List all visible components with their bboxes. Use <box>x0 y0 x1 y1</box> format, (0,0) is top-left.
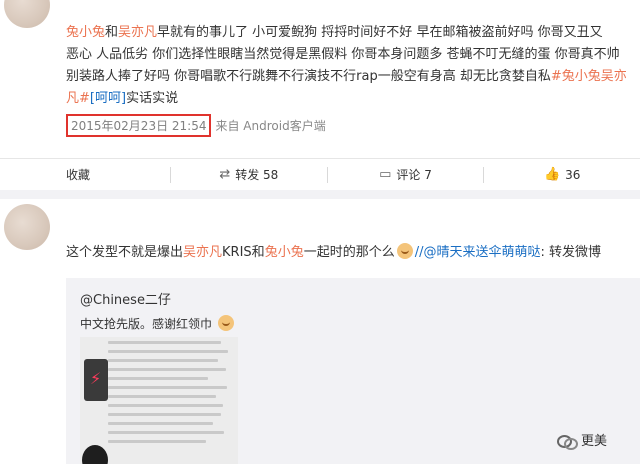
smile-emoji-icon <box>217 315 234 331</box>
favorite-label: 收藏 <box>66 168 91 182</box>
like-count: 36 <box>565 167 581 182</box>
weibo-post-repost: 这个发型不就是爆出吴亦凡KRIS和兔小兔一起时的那个么//@晴天来送伞萌萌哒: … <box>0 199 640 464</box>
repost-image-thumbnail[interactable]: ⚡ <box>80 337 238 464</box>
text-segment: 和 <box>105 25 119 40</box>
text-link[interactable]: [呵呵] <box>90 91 126 106</box>
post-separator <box>0 190 640 199</box>
text-segment: 实话实说 <box>126 91 179 106</box>
text-segment: 别装路人捧了好吗 你哥唱歌不行跳舞不行演技不行rap一般空有身高 却无比贪婪自私 <box>66 69 551 84</box>
watermark: 更美 <box>557 430 608 450</box>
post-date[interactable]: 2015年02月23日 21:54 <box>66 113 212 137</box>
post-source: 来自 Android客户端 <box>215 118 326 133</box>
image-text-lines <box>108 341 233 449</box>
watermark-text: 更美 <box>581 434 608 449</box>
weibo-post-original: 兔小兔和吴亦凡早就有的事儿了 小可爱鲵狗 捋捋时间好不好 早在邮箱被盗前好吗 你… <box>0 0 640 158</box>
comment-icon: ▭ <box>379 167 392 182</box>
smile-emoji-icon <box>396 243 413 259</box>
text-segment: 一起时的那个么 <box>303 245 395 260</box>
text-segment: 这个发型不就是爆出 <box>66 245 184 260</box>
post-text-line: 别装路人捧了好吗 你哥唱歌不行跳舞不行演技不行rap一般空有身高 却无比贪婪自私… <box>66 66 634 88</box>
text-link[interactable]: 兔小兔 <box>265 245 304 260</box>
text-segment: 早就有的事儿了 小可爱鲵狗 捋捋时间好不好 早在邮箱被盗前好吗 你哥又丑又 <box>157 25 603 40</box>
thumbs-up-icon: 👍 <box>543 167 561 182</box>
post-meta: 2015年02月23日 21:54 来自 Android客户端 <box>66 113 326 137</box>
image-dark-shape <box>82 445 108 464</box>
text-link[interactable]: 兔小兔 <box>66 25 105 40</box>
favorite-button[interactable]: 收藏 <box>0 159 170 190</box>
reposted-content[interactable]: @Chinese二仔 中文抢先版。感谢红领巾 ⚡ <box>66 278 640 464</box>
text-link[interactable]: #兔小兔吴亦 <box>551 69 627 84</box>
repost-label: 转发 58 <box>235 168 279 182</box>
user-avatar[interactable] <box>4 0 50 28</box>
user-avatar[interactable] <box>4 204 50 250</box>
post-text: 这个发型不就是爆出吴亦凡KRIS和兔小兔一起时的那个么//@晴天来送伞萌萌哒: … <box>66 243 601 263</box>
post-text: 兔小兔和吴亦凡早就有的事儿了 小可爱鲵狗 捋捋时间好不好 早在邮箱被盗前好吗 你… <box>66 22 634 110</box>
text-segment: : 转发微博 <box>540 245 602 260</box>
wechat-logo-icon <box>557 432 578 450</box>
repost-text-content: 中文抢先版。感谢红领巾 <box>80 317 213 331</box>
text-link[interactable]: 凡# <box>66 91 90 106</box>
post-text-line: 兔小兔和吴亦凡早就有的事儿了 小可爱鲵狗 捋捋时间好不好 早在邮箱被盗前好吗 你… <box>66 22 634 44</box>
repost-username[interactable]: @Chinese二仔 <box>80 289 171 308</box>
post-text-line: 恶心 人品低劣 你们选择性眼瞎当然觉得是黑假料 你哥本身问题多 苍蝇不叮无缝的蛋… <box>66 44 634 66</box>
text-link[interactable]: @晴天来送伞萌萌哒 <box>423 245 540 260</box>
comment-button[interactable]: ▭ 评论 7 <box>328 159 484 190</box>
text-link[interactable]: 吴亦凡 <box>118 25 157 40</box>
comment-label: 评论 7 <box>396 168 432 182</box>
text-segment: KRIS和 <box>222 245 265 260</box>
repost-text: 中文抢先版。感谢红领巾 <box>80 315 236 332</box>
text-link[interactable]: 吴亦凡 <box>183 245 222 260</box>
post-action-bar: 收藏 ⇄ 转发 58 ▭ 评论 7 👍 36 <box>0 158 640 190</box>
post-text-line: 凡#[呵呵]实话实说 <box>66 88 634 110</box>
repost-icon: ⇄ <box>219 167 231 182</box>
text-segment: 恶心 人品低劣 你们选择性眼瞎当然觉得是黑假料 你哥本身问题多 苍蝇不叮无缝的蛋… <box>66 47 620 62</box>
app-logo-icon: ⚡ <box>84 359 108 401</box>
like-button[interactable]: 👍 36 <box>484 159 640 190</box>
repost-button[interactable]: ⇄ 转发 58 <box>171 159 327 190</box>
